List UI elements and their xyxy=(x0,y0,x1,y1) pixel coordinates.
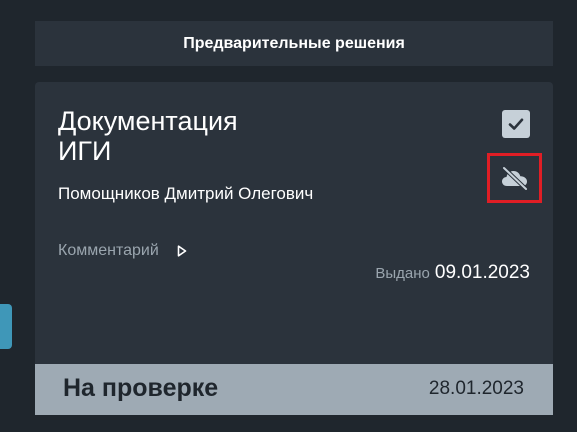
status-label: На проверке xyxy=(63,374,219,402)
play-arrow-icon xyxy=(177,245,187,257)
cloud-off-icon xyxy=(501,166,528,190)
cloud-off-button[interactable] xyxy=(487,153,542,203)
page: Предварительные решения Документация ИГИ… xyxy=(0,0,577,432)
section-title: Предварительные решения xyxy=(183,34,405,52)
comment-label: Комментарий xyxy=(58,242,159,259)
status-bar: На проверке 28.01.2023 xyxy=(35,364,553,415)
issued-label: Выдано xyxy=(375,265,430,282)
card-checkbox[interactable] xyxy=(502,110,530,138)
check-icon xyxy=(508,118,524,130)
issued-info: Выдано 09.01.2023 xyxy=(375,262,530,284)
side-panel-tab[interactable] xyxy=(0,304,12,349)
decision-card[interactable]: Документация ИГИ Помощников Дмитрий Олег… xyxy=(35,82,553,364)
card-title-line2: ИГИ xyxy=(58,136,112,166)
issued-date: 09.01.2023 xyxy=(434,262,530,283)
card-title: Документация ИГИ xyxy=(58,106,358,166)
status-date: 28.01.2023 xyxy=(428,378,524,399)
comment-toggle[interactable]: Комментарий xyxy=(58,242,187,260)
card-person: Помощников Дмитрий Олегович xyxy=(58,184,314,203)
card-title-line1: Документация xyxy=(58,106,238,136)
section-header: Предварительные решения xyxy=(35,21,553,66)
